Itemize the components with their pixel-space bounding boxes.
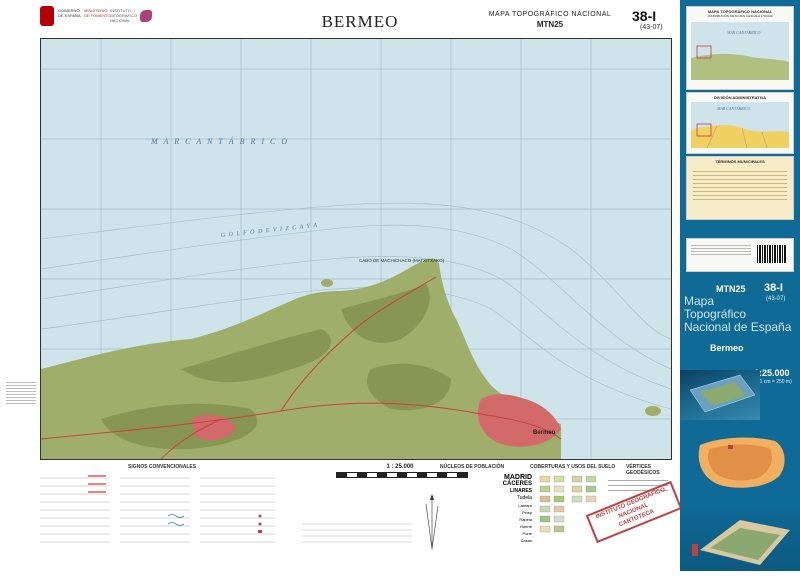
ministry-line: DE FOMENTO	[84, 13, 111, 18]
population-title: NÚCLEOS DE POBLACIÓN	[440, 464, 505, 470]
sheet-subnumber: (43-07)	[640, 24, 663, 31]
cover-sheet-number: 38-I	[764, 282, 783, 294]
left-margin-notes	[6, 380, 36, 406]
population-sample: Pinsp	[521, 510, 532, 515]
conventional-signs-table	[40, 472, 280, 564]
map-title: BERMEO	[321, 12, 399, 31]
population-sample: Porte	[522, 531, 532, 536]
spain-map-illustration	[680, 425, 800, 495]
map-frame[interactable]: M A R C A N T Á B R I C O G O L F O D E …	[40, 38, 672, 460]
map-legend: SIGNOS CONVENCIONALES 1 : 25.000 NÚCLEOS…	[40, 462, 670, 567]
legend-symbols	[40, 475, 275, 543]
sheet-index-box: MAPA TOPOGRÁFICO NACIONAL DISTRIBUCIÓN D…	[686, 6, 794, 90]
admin-division-box: DIVISIÓN ADMINISTRATIVA MAR CANTÁBRICO	[686, 92, 794, 154]
mini-sea-label: MAR CANTÁBRICO	[726, 30, 761, 35]
index-map: MAR CANTÁBRICO	[691, 22, 789, 80]
municipal-terms-box: TÉRMINOS MUNICIPALES	[686, 156, 794, 220]
population-sample: Lantarn	[518, 503, 532, 508]
ign-logo-text: INSTITUTO GEOGRÁFICO NACIONAL	[110, 8, 137, 23]
cape-label: CABO DE MACHICHACO (MATXITXAKO)	[359, 258, 445, 263]
ministry-logo-text: MINISTERIO DE FOMENTO	[84, 8, 111, 18]
population-sample: Rapela	[519, 517, 532, 522]
municipal-list	[687, 164, 793, 207]
population-sample: Huerte	[519, 524, 532, 529]
islet	[645, 406, 661, 416]
cover-photo-2	[680, 500, 800, 571]
topographic-map: M A R C A N T Á B R I C O G O L F O D E …	[41, 39, 671, 459]
population-sample: Casas	[520, 538, 532, 543]
island	[321, 279, 333, 287]
agency-line: DE ESPAÑA	[58, 13, 81, 18]
map-header: GOBIERNO DE ESPAÑA MINISTERIO DE FOMENTO…	[0, 0, 678, 36]
publisher-box	[686, 238, 794, 272]
north-arrows	[302, 494, 439, 550]
spain-silhouette	[698, 437, 785, 488]
map-sheet-illustration	[689, 374, 756, 413]
population-sample: MADRID	[504, 474, 532, 481]
ign-logo-icon	[140, 10, 152, 22]
declination-diagram	[302, 484, 482, 554]
aerial-illustration	[692, 520, 790, 565]
sheet-number: 38-I	[632, 8, 657, 24]
barcode-icon	[757, 245, 787, 263]
coverage-title: COBERTURAS Y USOS DEL SUELO	[530, 464, 616, 470]
cover-title-line: Nacional de España	[684, 320, 792, 334]
agency-logo-text: GOBIERNO DE ESPAÑA	[58, 8, 81, 18]
mini-sea-label: MAR CANTÁBRICO	[716, 106, 751, 111]
population-sample: CÁCERES	[502, 481, 532, 487]
cover-photo-1	[680, 370, 760, 420]
sea-label: M A R C A N T Á B R I C O	[150, 136, 289, 146]
ign-line: NACIONAL	[110, 18, 131, 23]
scale-bar	[336, 472, 468, 478]
spain-crest-icon	[40, 6, 54, 26]
cover-panel: MAPA TOPOGRÁFICO NACIONAL DISTRIBUCIÓN D…	[680, 0, 800, 571]
series-name: MAPA TOPOGRÁFICO NACIONAL	[488, 11, 612, 18]
cover-scale-sub: (1 cm = 250 m)	[758, 379, 792, 385]
conventional-signs-title: SIGNOS CONVENCIONALES	[128, 464, 197, 470]
town-label: Bermeo	[533, 430, 556, 436]
cover-place: Bermeo	[710, 343, 744, 353]
admin-map: MAR CANTÁBRICO	[691, 102, 789, 149]
cover-title: Mapa Topográfico Nacional de España	[684, 295, 791, 334]
geodetic-title: VÉRTICES GEODÉSICOS	[626, 464, 660, 476]
population-sample: Tudela	[516, 495, 532, 501]
cover-series-code: MTN25	[716, 284, 746, 294]
population-samples: MADRID CÁCERES LINARES Tudela Lantarn Pi…	[472, 474, 532, 544]
population-sample: LINARES	[510, 488, 532, 494]
series-code: MTN25	[536, 20, 564, 29]
